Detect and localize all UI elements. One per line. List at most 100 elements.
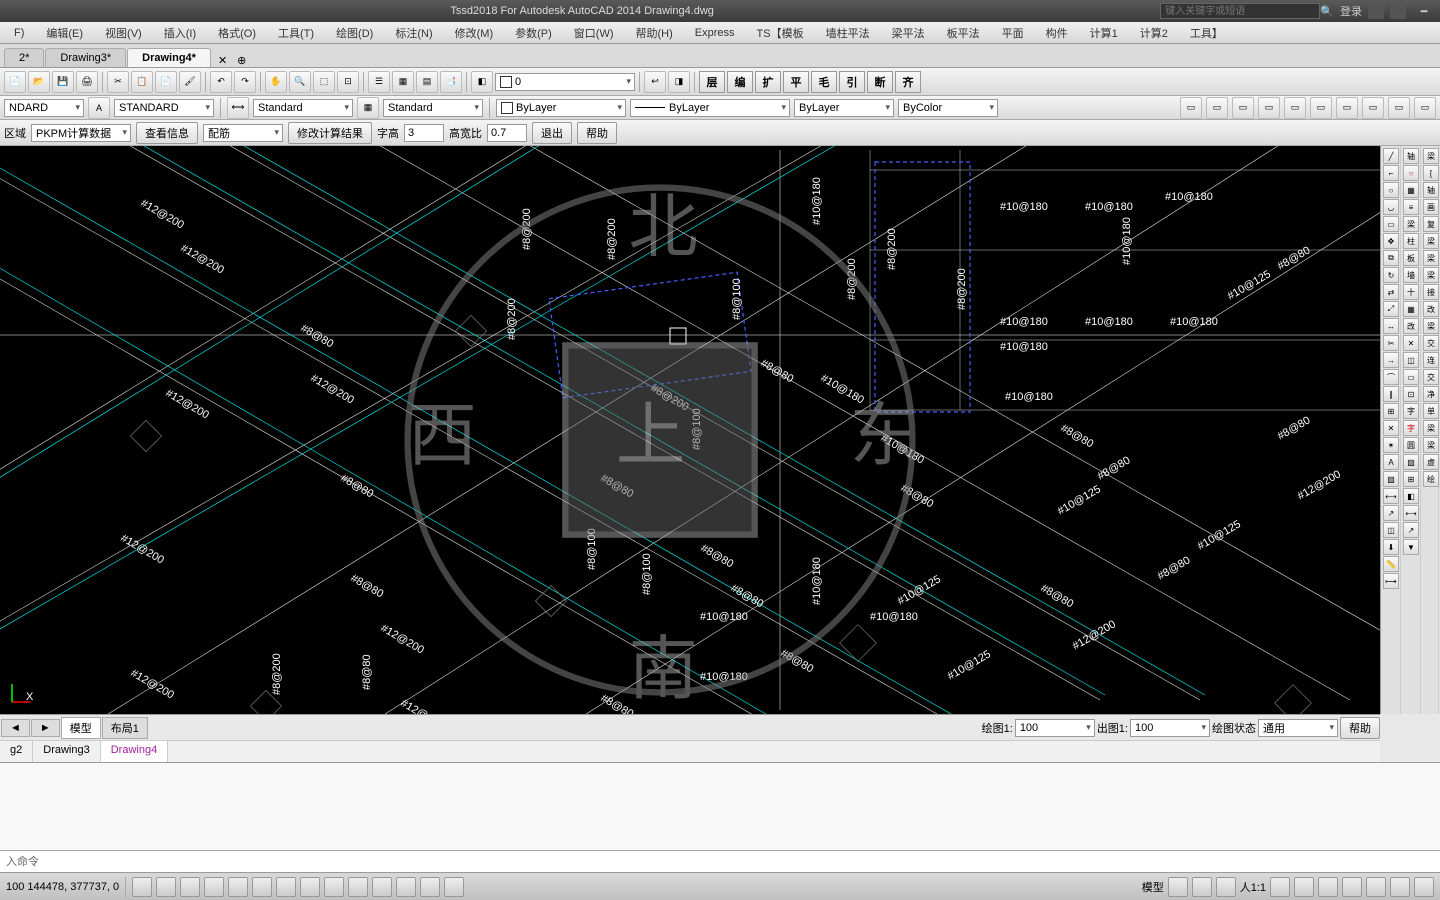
anno-scale-label[interactable]: 人1:1 — [1240, 879, 1266, 895]
doc-tab-drawing3[interactable]: Drawing3* — [45, 48, 126, 67]
ts2-tool10-icon[interactable]: 改 — [1423, 301, 1439, 317]
ts2-tool3-icon[interactable]: 轴 — [1423, 182, 1439, 198]
tool-rotate-icon[interactable]: ↻ — [1383, 267, 1399, 283]
ts2-tool4-icon[interactable]: 画 — [1423, 199, 1439, 215]
ts-tool15-icon[interactable]: ⊡ — [1403, 386, 1419, 402]
tool-palettes-icon[interactable]: ▤ — [416, 71, 438, 93]
tool-dist-icon[interactable]: ⟼ — [1383, 573, 1399, 589]
tool-copy-icon[interactable]: ⧉ — [1383, 250, 1399, 266]
status-tool3-icon[interactable] — [1216, 877, 1236, 897]
menu-ts-template[interactable]: TS【模板 — [747, 23, 814, 43]
ts-tool12-icon[interactable]: ✕ — [1403, 335, 1419, 351]
ts2-tool5-icon[interactable]: 复 — [1423, 216, 1439, 232]
dyn-icon[interactable] — [324, 877, 344, 897]
prop-tool10-icon[interactable]: ▭ — [1414, 97, 1436, 119]
ts-tool19-icon[interactable]: ▨ — [1403, 454, 1419, 470]
cn-layer[interactable]: 层 — [699, 71, 725, 93]
search-input[interactable] — [1160, 3, 1320, 19]
rebar-combo[interactable]: 配筋 — [203, 124, 283, 142]
tool-arc-icon[interactable]: ◡ — [1383, 199, 1399, 215]
cn-edit[interactable]: 编 — [727, 71, 753, 93]
save-icon[interactable]: 💾 — [52, 71, 74, 93]
minimize-button[interactable]: ━ — [1412, 5, 1436, 18]
ts2-tool11-icon[interactable]: 梁 — [1423, 318, 1439, 334]
ts-tool7-icon[interactable]: 板 — [1403, 250, 1419, 266]
status-tool5-icon[interactable] — [1294, 877, 1314, 897]
command-history[interactable] — [0, 762, 1440, 850]
prop-tool2-icon[interactable]: ▭ — [1206, 97, 1228, 119]
prop-tool7-icon[interactable]: ▭ — [1336, 97, 1358, 119]
ortho-icon[interactable] — [180, 877, 200, 897]
help-icon[interactable] — [1390, 3, 1406, 19]
tool-insert-icon[interactable]: ⬇ — [1383, 539, 1399, 555]
dtab-d4[interactable]: Drawing4 — [101, 741, 168, 762]
textstyle1-combo[interactable]: NDARD — [4, 99, 84, 117]
tool-circle-icon[interactable]: ○ — [1383, 182, 1399, 198]
color-combo[interactable]: ByLayer — [496, 99, 626, 117]
help-button[interactable]: 帮助 — [577, 122, 617, 144]
ts-tool17-icon[interactable]: 字 — [1403, 420, 1419, 436]
ts-tool23-icon[interactable]: ↗ — [1403, 522, 1419, 538]
cn-flat[interactable]: 平 — [783, 71, 809, 93]
model-space-label[interactable]: 模型 — [1142, 879, 1164, 895]
ts-tool9-icon[interactable]: 十 — [1403, 284, 1419, 300]
tool-dim-icon[interactable]: ⟷ — [1383, 488, 1399, 504]
help-button-2[interactable]: 帮助 — [1340, 717, 1380, 739]
doc-tab-new-icon[interactable]: ⊕ — [237, 54, 246, 67]
menu-edit[interactable]: 编辑(E) — [36, 23, 93, 43]
ts2-tool7-icon[interactable]: 梁 — [1423, 250, 1439, 266]
status-lock-icon[interactable] — [1342, 877, 1362, 897]
tool-erase-icon[interactable]: ✕ — [1383, 420, 1399, 436]
tpy-icon[interactable] — [372, 877, 392, 897]
menu-dimension[interactable]: 标注(N) — [385, 23, 442, 43]
match-icon[interactable]: 🖌 — [179, 71, 201, 93]
menu-insert[interactable]: 插入(I) — [154, 23, 206, 43]
ts-tool1-icon[interactable]: 轴 — [1403, 148, 1419, 164]
am-icon[interactable] — [444, 877, 464, 897]
new-icon[interactable]: 📄 — [4, 71, 26, 93]
hardware-accel-icon[interactable] — [1366, 877, 1386, 897]
copy-icon[interactable]: 📋 — [131, 71, 153, 93]
layer-mgr-icon[interactable]: ◧ — [471, 71, 493, 93]
ts2-tool9-icon[interactable]: 接 — [1423, 284, 1439, 300]
aspect-input[interactable] — [487, 124, 527, 142]
cn-expand[interactable]: 扩 — [755, 71, 781, 93]
layout-prev[interactable]: ◄ — [1, 719, 30, 737]
linetype-combo[interactable]: ByLayer — [630, 99, 790, 117]
data-source-combo[interactable]: PKPM计算数据 — [31, 124, 131, 142]
menu-help[interactable]: 帮助(H) — [626, 23, 683, 43]
ts-tool4-icon[interactable]: ≡ — [1403, 199, 1419, 215]
tool-explode-icon[interactable]: ✶ — [1383, 437, 1399, 453]
ts2-tool20-icon[interactable]: 绘 — [1423, 471, 1439, 487]
prop-tool6-icon[interactable]: ▭ — [1310, 97, 1332, 119]
menu-format[interactable]: 格式(O) — [208, 23, 266, 43]
ts2-tool19-icon[interactable]: 虚 — [1423, 454, 1439, 470]
menu-calc1[interactable]: 计算1 — [1080, 23, 1128, 43]
tool-hatch-icon[interactable]: ▨ — [1383, 471, 1399, 487]
otrack-icon[interactable] — [276, 877, 296, 897]
plot-scale-combo[interactable]: 100 — [1130, 719, 1210, 737]
menu-member[interactable]: 构件 — [1036, 23, 1078, 43]
redo-icon[interactable]: ↷ — [234, 71, 256, 93]
menu-tool2[interactable]: 工具】 — [1180, 23, 1233, 43]
menu-view[interactable]: 视图(V) — [95, 23, 152, 43]
plot-icon[interactable]: 🖨 — [76, 71, 98, 93]
tool-pline-icon[interactable]: ⌐ — [1383, 165, 1399, 181]
layer-iso-icon[interactable]: ◨ — [668, 71, 690, 93]
ts2-tool14-icon[interactable]: 交 — [1423, 369, 1439, 385]
ts-tool11-icon[interactable]: 改 — [1403, 318, 1419, 334]
tool-extend-icon[interactable]: → — [1383, 352, 1399, 368]
grid-icon[interactable] — [156, 877, 176, 897]
cn-break[interactable]: 断 — [867, 71, 893, 93]
cn-lead[interactable]: 引 — [839, 71, 865, 93]
table-icon[interactable]: ▦ — [357, 97, 379, 119]
zoom-extents-icon[interactable]: ⊡ — [337, 71, 359, 93]
paste-icon[interactable]: 📄 — [155, 71, 177, 93]
polar-icon[interactable] — [204, 877, 224, 897]
layer-prev-icon[interactable]: ↩ — [644, 71, 666, 93]
tool-line-icon[interactable]: ╱ — [1383, 148, 1399, 164]
status-tool2-icon[interactable] — [1192, 877, 1212, 897]
cut-icon[interactable]: ✂ — [107, 71, 129, 93]
open-icon[interactable]: 📂 — [28, 71, 50, 93]
status-tool1-icon[interactable] — [1168, 877, 1188, 897]
